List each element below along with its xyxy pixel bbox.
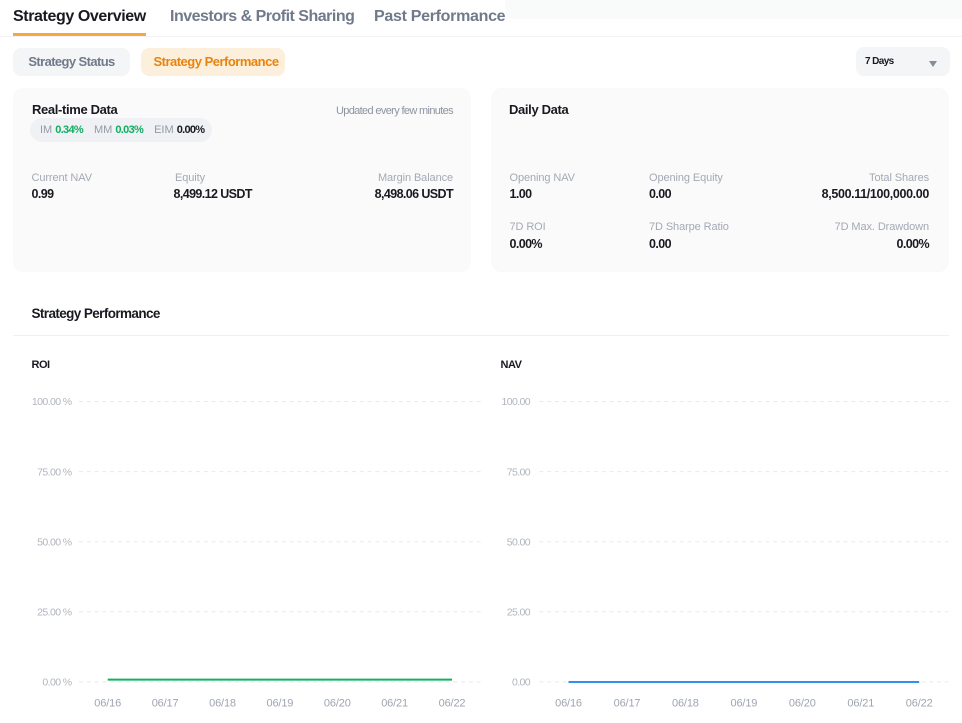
svg-text:06/16: 06/16 (94, 698, 121, 710)
svg-text:0.00: 0.00 (512, 677, 531, 689)
svg-text:25.00: 25.00 (507, 607, 531, 619)
svg-text:25.00 %: 25.00 % (37, 607, 72, 619)
svg-text:75.00: 75.00 (507, 466, 531, 478)
svg-text:100.00: 100.00 (501, 396, 530, 408)
svg-text:100.00 %: 100.00 % (32, 396, 72, 408)
svg-text:06/17: 06/17 (152, 698, 179, 710)
svg-text:06/17: 06/17 (614, 698, 641, 710)
svg-text:06/20: 06/20 (324, 698, 351, 710)
svg-text:06/21: 06/21 (381, 698, 408, 710)
svg-text:06/18: 06/18 (672, 698, 699, 710)
svg-text:06/20: 06/20 (789, 698, 816, 710)
svg-text:50.00: 50.00 (507, 536, 531, 548)
svg-text:50.00 %: 50.00 % (37, 536, 72, 548)
svg-text:06/21: 06/21 (847, 698, 874, 710)
svg-text:0.00 %: 0.00 % (42, 677, 71, 689)
svg-text:06/18: 06/18 (209, 698, 236, 710)
svg-text:75.00 %: 75.00 % (37, 466, 72, 478)
svg-text:06/16: 06/16 (555, 698, 582, 710)
svg-text:06/22: 06/22 (906, 698, 933, 710)
svg-text:06/19: 06/19 (267, 698, 294, 710)
svg-text:06/19: 06/19 (731, 698, 758, 710)
svg-text:06/22: 06/22 (439, 698, 466, 710)
